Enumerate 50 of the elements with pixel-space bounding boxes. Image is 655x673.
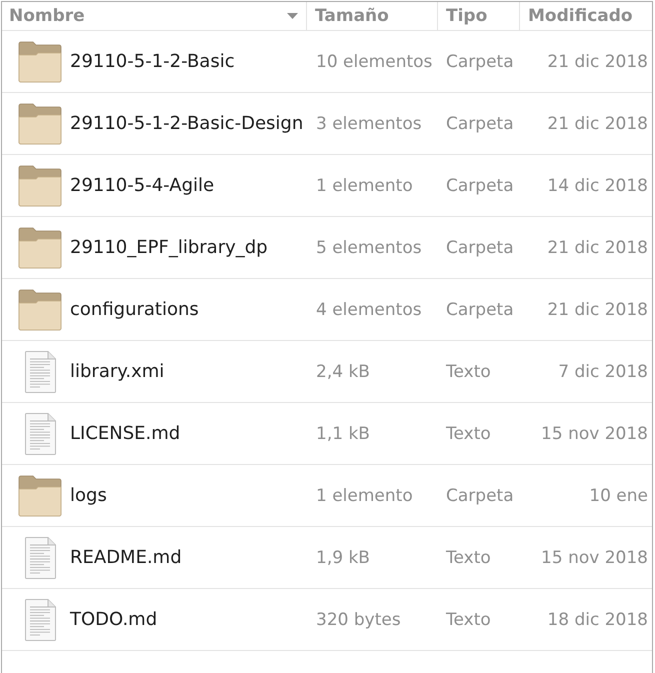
file-type: Carpeta: [446, 238, 514, 258]
modified-date: 10 ene: [589, 486, 648, 506]
file-type: Carpeta: [446, 486, 514, 506]
file-name: README.md: [70, 547, 182, 568]
file-name: 29110-5-1-2-Basic-Design: [70, 113, 304, 134]
file-size: 10 elementos: [316, 52, 432, 72]
file-name: 29110-5-1-2-Basic: [70, 51, 235, 72]
file-type: Texto: [446, 610, 491, 630]
document-icon: [24, 536, 56, 578]
modified-date: 18 dic 2018: [547, 610, 648, 630]
modified-date: 7 dic 2018: [558, 362, 648, 382]
modified-date: 21 dic 2018: [547, 238, 648, 258]
file-name: logs: [70, 485, 107, 506]
file-size: 4 elementos: [316, 300, 422, 320]
modified-date: 21 dic 2018: [547, 52, 648, 72]
file-type: Carpeta: [446, 300, 514, 320]
folder-icon: [18, 164, 62, 206]
file-type: Texto: [446, 362, 491, 382]
file-name: TODO.md: [70, 609, 158, 630]
file-size: 2,4 kB: [316, 362, 370, 382]
folder-icon: [18, 102, 62, 144]
folder-icon: [18, 288, 62, 330]
file-name: LICENSE.md: [70, 423, 180, 444]
file-size: 1 elemento: [316, 176, 413, 196]
file-size: 1,1 kB: [316, 424, 370, 444]
file-size: 3 elementos: [316, 114, 422, 134]
modified-date: 21 dic 2018: [547, 300, 648, 320]
document-icon: [24, 350, 56, 392]
folder-icon: [18, 226, 62, 268]
file-name: library.xmi: [70, 361, 164, 382]
file-type: Carpeta: [446, 176, 514, 196]
file-type: Texto: [446, 548, 491, 568]
modified-date: 15 nov 2018: [541, 424, 648, 444]
file-size: 1,9 kB: [316, 548, 370, 568]
file-name: 29110_EPF_library_dp: [70, 237, 268, 258]
file-name: 29110-5-4-Agile: [70, 175, 214, 196]
file-size: 320 bytes: [316, 610, 401, 630]
modified-date: 14 dic 2018: [547, 176, 648, 196]
folder-icon: [18, 474, 62, 516]
folder-icon: [18, 40, 62, 82]
document-icon: [24, 412, 56, 454]
file-type: Texto: [446, 424, 491, 444]
file-type: Carpeta: [446, 114, 514, 134]
file-type: Carpeta: [446, 52, 514, 72]
file-name: configurations: [70, 299, 199, 320]
modified-date: 15 nov 2018: [541, 548, 648, 568]
file-size: 5 elementos: [316, 238, 422, 258]
file-size: 1 elemento: [316, 486, 413, 506]
document-icon: [24, 598, 56, 640]
modified-date: 21 dic 2018: [547, 114, 648, 134]
